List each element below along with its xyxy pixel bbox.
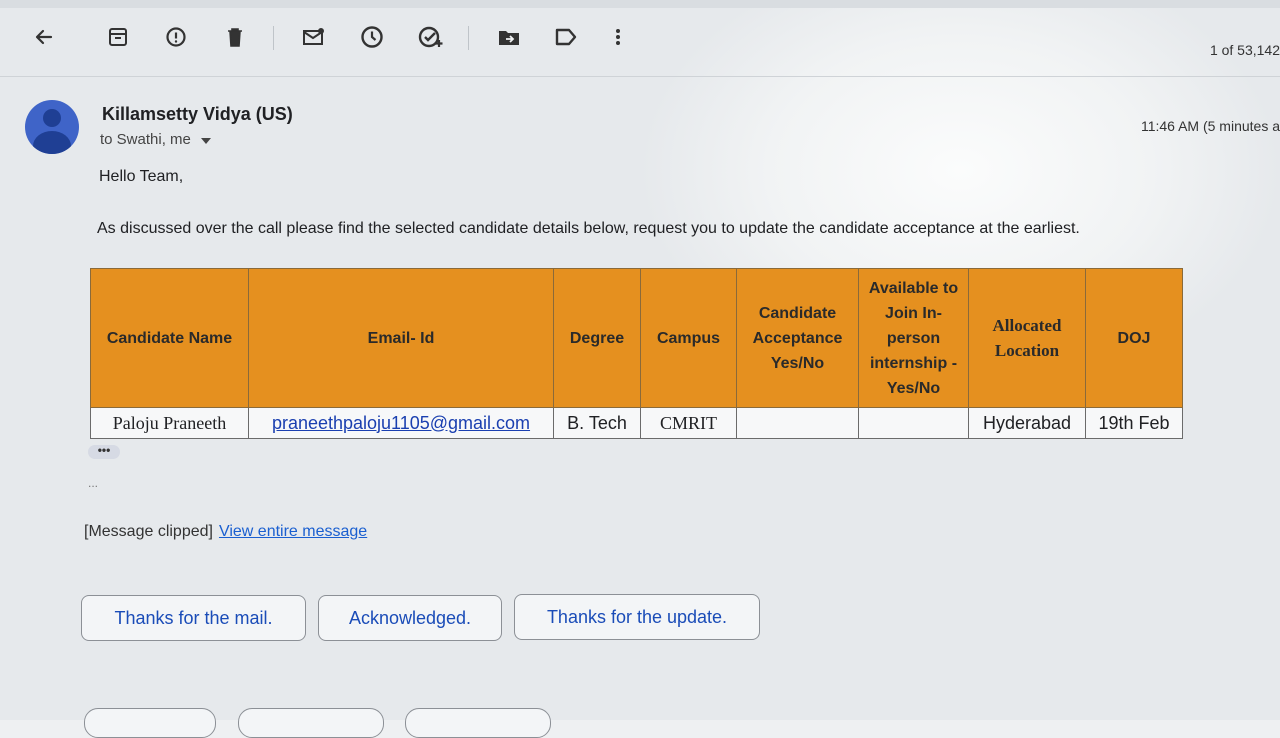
greeting-text: Hello Team,	[99, 168, 184, 185]
mark-unread-icon[interactable]	[301, 24, 327, 50]
cell-degree: B. Tech	[553, 407, 641, 439]
reply-all-button[interactable]	[238, 708, 384, 738]
recipients-line: to Swathi, me	[100, 131, 211, 148]
email-view: 1 of 53,142 Killamsetty Vidya (US) to Sw…	[0, 0, 1280, 738]
smart-reply-button[interactable]: Acknowledged.	[318, 595, 502, 641]
window-edge	[0, 0, 1280, 8]
header-degree: Degree	[553, 268, 641, 408]
back-arrow-icon[interactable]	[31, 24, 57, 50]
more-vert-icon[interactable]	[605, 24, 631, 50]
move-to-icon[interactable]	[496, 24, 522, 50]
smart-reply-button[interactable]: Thanks for the update.	[514, 594, 760, 640]
view-entire-message-link[interactable]: View entire message	[219, 523, 367, 540]
cell-doj: 19th Feb	[1085, 407, 1183, 439]
message-clipped-notice: [Message clipped] View entire message	[84, 523, 367, 541]
cell-candidate-name: Paloju Praneeth	[90, 407, 249, 439]
trimmed-dots: ...	[88, 476, 99, 490]
cell-location: Hyderabad	[968, 407, 1086, 439]
email-link[interactable]: praneethpaloju1105@gmail.com	[272, 413, 530, 433]
table-row: Paloju Praneeth praneethpaloju1105@gmail…	[90, 407, 1183, 439]
avatar-body	[33, 131, 71, 154]
table-header-row: Candidate Name Email- Id Degree Campus C…	[90, 268, 1183, 408]
header-candidate-acceptance: Candidate Acceptance Yes/No	[736, 268, 859, 408]
add-task-icon[interactable]	[418, 24, 444, 50]
report-spam-icon[interactable]	[163, 24, 189, 50]
sender-avatar[interactable]	[25, 100, 79, 154]
message-counter: 1 of 53,142	[1209, 42, 1280, 58]
cell-email: praneethpaloju1105@gmail.com	[248, 407, 554, 439]
avatar-head	[43, 109, 61, 127]
sender-name[interactable]: Killamsetty Vidya (US)	[102, 104, 293, 125]
smart-reply-button[interactable]: Thanks for the mail.	[81, 595, 306, 641]
reply-button[interactable]	[84, 708, 216, 738]
header-allocated-location: Allocated Location	[968, 268, 1086, 408]
delete-icon[interactable]	[222, 24, 248, 50]
header-available-to-join: Available to Join In-person internship -…	[858, 268, 969, 408]
toolbar-separator	[273, 26, 274, 50]
cell-acceptance	[736, 407, 859, 439]
header-email-id: Email- Id	[248, 268, 554, 408]
toolbar: 1 of 53,142	[0, 0, 1280, 77]
cell-available	[858, 407, 969, 439]
show-trimmed-content-button[interactable]: •••	[88, 444, 120, 459]
label-icon[interactable]	[553, 24, 579, 50]
header-doj: DOJ	[1085, 268, 1183, 408]
chevron-down-icon[interactable]	[200, 137, 211, 144]
forward-button[interactable]	[405, 708, 551, 738]
candidate-table: Candidate Name Email- Id Degree Campus C…	[90, 268, 1183, 439]
cell-campus: CMRIT	[640, 407, 737, 439]
header-candidate-name: Candidate Name	[90, 268, 249, 408]
toolbar-separator	[468, 26, 469, 50]
snooze-icon[interactable]	[359, 24, 385, 50]
archive-icon[interactable]	[105, 24, 131, 50]
header-campus: Campus	[640, 268, 737, 408]
body-paragraph: As discussed over the call please find t…	[97, 220, 1080, 237]
recipients-text: to Swathi, me	[100, 131, 191, 148]
message-time: 11:46 AM (5 minutes a	[1140, 118, 1280, 134]
clipped-label: [Message clipped]	[84, 523, 213, 540]
